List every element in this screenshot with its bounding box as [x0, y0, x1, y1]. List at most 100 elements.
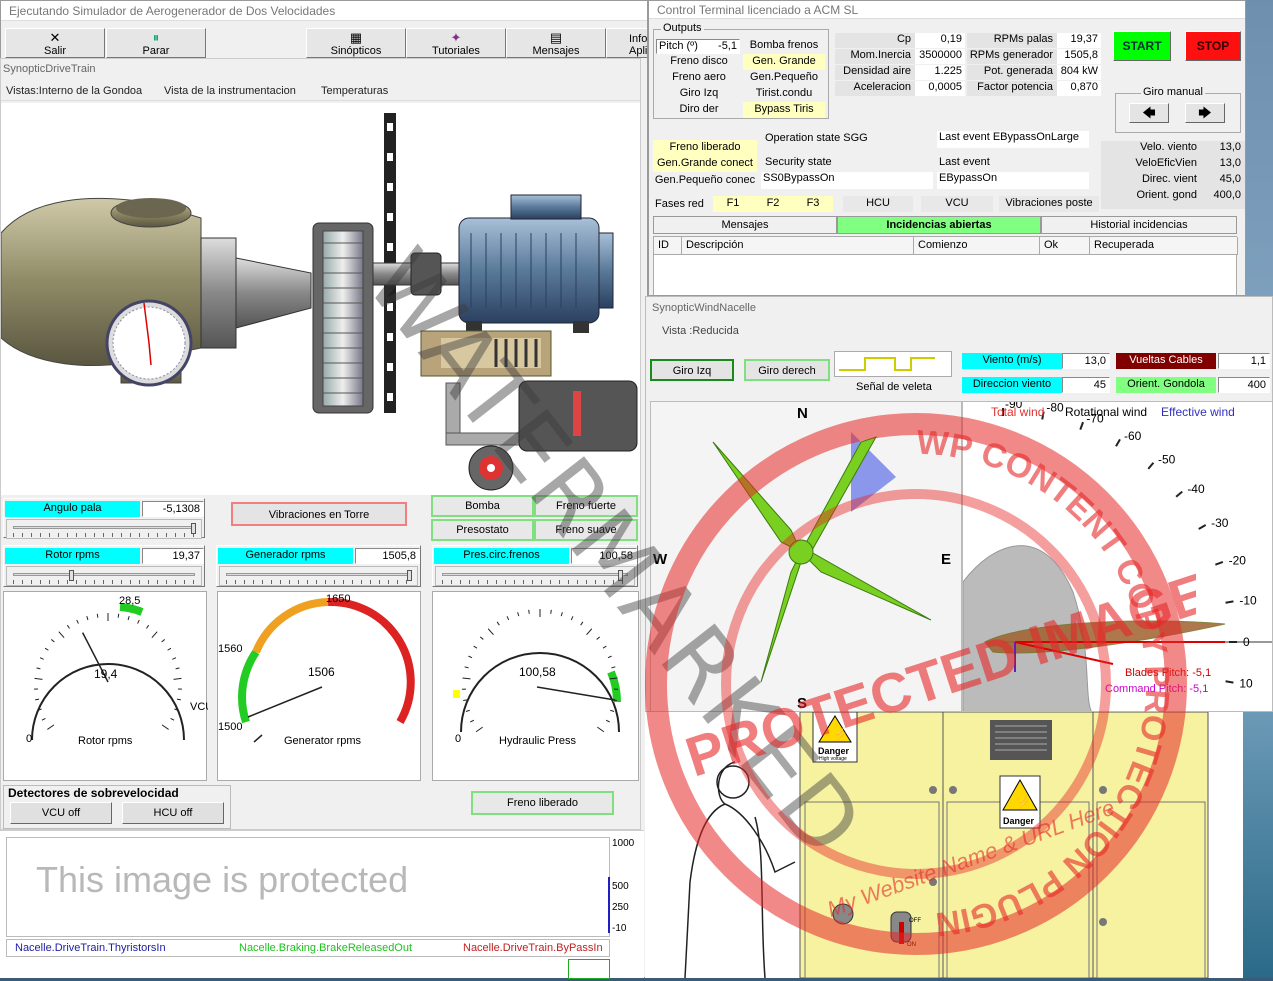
col-recovered[interactable]: Recuperada [1090, 237, 1238, 255]
turn-left-nacelle-button[interactable]: Giro Izq [650, 359, 734, 381]
output-right-0: Bomba frenos [743, 38, 825, 54]
col-ok[interactable]: Ok [1040, 237, 1090, 255]
gauge-tick [518, 612, 519, 616]
close-icon: ✕ [6, 31, 104, 44]
strong-brake-button[interactable]: Freno fuerte [534, 495, 638, 517]
params-labels: Cp0,19Mom.Inercia3500000Densidad aire1.2… [835, 33, 967, 105]
col-description[interactable]: Descripción [682, 237, 914, 255]
svg-text:⚡: ⚡ [1016, 795, 1031, 809]
output-right-1: Gen. Grande [743, 54, 825, 70]
output-3: Diro der [657, 102, 741, 118]
pitch-field: Pitch (º) -5,1 [656, 39, 740, 54]
soft-brake-button[interactable]: Freno suave [534, 519, 638, 541]
angle-label: -40 [1187, 482, 1205, 496]
gauge-tick [37, 668, 41, 669]
overspeed-title: Detectores de sobrevelocidad [8, 786, 179, 800]
compass-w: W [653, 551, 668, 568]
menu-temperatures[interactable]: Temperaturas [321, 85, 388, 97]
gauge-tick [561, 612, 562, 616]
gauge-tick [468, 656, 472, 658]
menu-internal-view[interactable]: Vistas:Interno de la Gondoa [6, 85, 142, 97]
gauge-tick [597, 637, 600, 640]
stop-button[interactable]: ⏸Parar [106, 28, 206, 58]
rotor-rpm-slider[interactable] [6, 566, 202, 586]
gauge-tick [474, 646, 477, 648]
gauge-tick [488, 629, 493, 635]
compass-view: N W E S [650, 401, 962, 712]
exit-button[interactable]: ✕Salir [5, 28, 105, 58]
wind-speed-value: 13,0 [1062, 353, 1110, 369]
gauge-tick [470, 720, 474, 722]
param2-value-3: 0,870 [1057, 81, 1101, 96]
brake-pressure-slider[interactable] [435, 566, 635, 586]
gauge-tick [587, 629, 592, 635]
last-event2-label: Last event [939, 156, 990, 168]
compass-svg: N W E S [651, 402, 963, 712]
tutorials-button[interactable]: ✦Tutoriales [406, 28, 506, 58]
slider-thumb[interactable] [618, 570, 623, 581]
tab-open-incidents[interactable]: Incidencias abiertas [837, 216, 1041, 234]
turn-right-nacelle-button[interactable]: Giro derech [744, 359, 830, 381]
slider-thumb[interactable] [69, 570, 74, 581]
generator-rpm-value: 1505,8 [355, 548, 420, 564]
col-start[interactable]: Comienzo [914, 237, 1040, 255]
synoptics-button[interactable]: ▦Sinópticos [306, 28, 406, 58]
tab-incident-history[interactable]: Historial incidencias [1041, 216, 1237, 234]
pitch-label: Pitch (º) [659, 40, 698, 52]
output-right-3: Tirist.condu [743, 86, 825, 102]
brake-released-button[interactable]: Freno liberado [471, 791, 614, 815]
gauge-tick [35, 699, 39, 700]
drivetrain-drawing [1, 103, 641, 495]
compass-n: N [797, 405, 808, 422]
gauge-tick [551, 610, 552, 614]
menu-instrumentation-view[interactable]: Vista de la instrumentacion [164, 85, 296, 97]
pump-button[interactable]: Bomba [431, 495, 534, 517]
vane-signal [834, 351, 952, 377]
hcu-off-button[interactable]: HCU off [122, 802, 224, 824]
overspeed-detectors: Detectores de sobrevelocidad VCU off HCU… [3, 785, 231, 829]
last-event2-value: EBypassOn [937, 172, 1089, 189]
gauge-tick [59, 632, 64, 638]
trend-tick-250: 250 [612, 902, 629, 913]
tower-vibration-button[interactable]: Vibraciones en Torre [231, 502, 407, 526]
trend-tick-neg10: -10 [612, 923, 626, 934]
output-right-2: Gen.Pequeño [743, 70, 825, 86]
angle-label: -50 [1158, 453, 1176, 467]
pressure-switch-button[interactable]: Presostato [431, 519, 534, 541]
legend-thyristors: Nacelle.DriveTrain.ThyristorsIn [15, 942, 166, 954]
generator-gauge-low: 1560 [218, 643, 242, 655]
vcu-off-button[interactable]: VCU off [10, 802, 112, 824]
blade-angle-slider[interactable] [6, 519, 202, 539]
blades-pitch: Blades Pitch: -5,1 [1125, 667, 1211, 679]
svg-text:⚡: ⚡ [833, 727, 848, 741]
stop-button-terminal[interactable]: STOP [1185, 31, 1241, 61]
angle-label: -20 [1229, 554, 1247, 568]
gauge-tick [118, 614, 119, 618]
cable-turns-value: 1,1 [1218, 353, 1270, 369]
generator-gauge-min: 1500 [218, 721, 242, 733]
start-button[interactable]: START [1113, 31, 1171, 61]
param-value-0: 0,19 [915, 33, 965, 48]
slider-thumb[interactable] [191, 523, 196, 534]
messages-button[interactable]: ▤Mensajes [506, 28, 606, 58]
status-brake-released: Freno liberado [653, 140, 757, 156]
col-id[interactable]: ID [654, 237, 682, 255]
rotor-gauge-caption: Rotor rpms [78, 735, 133, 747]
angle-label: -60 [1124, 429, 1142, 443]
param2-label-3: Factor potencia [967, 81, 1057, 96]
tab-messages[interactable]: Mensajes [653, 216, 837, 234]
slider-thumb[interactable] [407, 570, 412, 581]
generator-rpm-slider[interactable] [219, 566, 418, 586]
turn-left-button[interactable]: 🡄 [1129, 103, 1169, 123]
generator-gauge-value: 1506 [308, 665, 335, 679]
compass-e: E [941, 551, 951, 568]
wind-panel: Velo. viento13,0VeloEficVien13,0Direc. v… [1101, 141, 1246, 209]
turn-right-button[interactable]: 🡆 [1185, 103, 1225, 123]
gauge-tick [176, 668, 180, 669]
nacelle-view[interactable]: Vista :Reducida [662, 325, 739, 337]
gauge-tick [603, 646, 606, 648]
cabinet-view: ⚡ Danger High voltage ⚡ Danger OFF ON [645, 712, 1243, 978]
compass-s: S [797, 695, 807, 712]
info-button[interactable]: Infor Apli [606, 28, 648, 58]
nacelle-orientation-label: Orient. Gondola [1116, 377, 1216, 393]
